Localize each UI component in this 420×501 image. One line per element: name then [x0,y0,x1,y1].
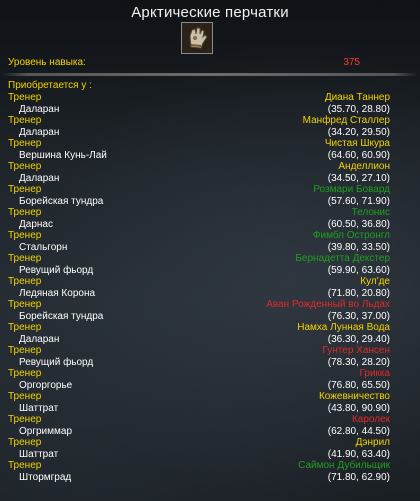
zone-name: Даларан [19,127,60,138]
list-item: Тренер Фимбл Остронгл Стальгорн (39.80, 33.… [0,230,420,253]
source-type: Тренер [8,322,42,333]
npc-name: Телонис [351,207,390,218]
source-type: Тренер [8,184,42,195]
zone-name: Даларан [19,104,60,115]
source-type: Тренер [8,138,42,149]
list-item: Тренер Розмари Бовард Борейская тундра (57.… [0,184,420,207]
skill-level-value: 375 [343,57,360,68]
list-item: Тренер Диана Таннер Даларан (35.70, 28.80) [0,92,420,115]
coordinates: (76.80, 65.50) [327,380,390,391]
coordinates: (35.70, 28.80) [327,104,390,115]
zone-name: Оргриммар [19,426,73,437]
npc-name: Кожевничество [318,391,390,402]
npc-name: Фимбл Остронгл [312,230,390,241]
list-item: Тренер Аван Рожденный во Льдах Борейская т… [0,299,420,322]
zone-name: Шаттрат [19,449,59,460]
zone-name: Шаттрат [19,403,59,414]
list-item: Тренер Телонис Дарнас (60.50, 36.80) [0,207,420,230]
source-type: Тренер [8,253,42,264]
list-item: Тренер Гунтер Хансен Ревущий фьорд (78.30, … [0,345,420,368]
coordinates: (39.80, 33.50) [327,242,390,253]
source-type: Тренер [8,299,42,310]
zone-name: Оргоргорье [19,380,73,391]
skill-level-label: Уровень навыка: [8,57,86,68]
source-type: Тренер [8,391,42,402]
npc-name: Аван Рожденный во Льдах [266,299,390,310]
list-item: Тренер Кожевничество Шаттрат (43.80, 90.90) [0,391,420,414]
list-item: Тренер Каролек Оргриммар (62.80, 44.50) [0,414,420,437]
coordinates: (71.80, 62.90) [327,472,390,483]
zone-name: Дарнас [19,219,53,230]
coordinates: (43.80, 90.90) [327,403,390,414]
coordinates: (76.30, 37.00) [327,311,390,322]
source-type: Тренер [8,368,42,379]
npc-name: Диана Таннер [324,92,390,103]
npc-name: Гунтер Хансен [322,345,390,356]
coordinates: (41.90, 63.40) [327,449,390,460]
zone-name: Даларан [19,173,60,184]
zone-name: Борейская тундра [19,196,104,207]
zone-name: Борейская тундра [19,311,104,322]
source-type: Тренер [8,207,42,218]
npc-name: Грикка [359,368,390,379]
zone-name: Ледяная Корона [19,288,96,299]
npc-name: Чистая Шкура [324,138,390,149]
list-item: Тренер Манфред Сталлер Даларан (34.20, 29.5… [0,115,420,138]
list-item: Тренер Дэнрил Шаттрат (41.90, 63.40) [0,437,420,460]
coordinates: (57.60, 71.90) [327,196,390,207]
zone-name: Стальгорн [19,242,68,253]
zone-name: Даларан [19,334,60,345]
zone-name: Вершина Кунь-Лай [19,150,107,161]
gloves-icon [181,22,213,54]
skill-level-row: Уровень навыка: 375 [8,57,360,68]
source-type: Тренер [8,115,42,126]
list-item: Тренер Чистая Шкура Вершина Кунь-Лай (64.60… [0,138,420,161]
coordinates: (64.60, 60.90) [327,150,390,161]
npc-name: Анделлион [338,161,390,172]
list-item: Тренер Саймон Дубильщик Штормград (71.80, 6… [0,460,420,483]
npc-name: Дэнрил [355,437,390,448]
acquired-from-label: Приобретается у : [8,80,92,91]
zone-name: Штормград [19,472,72,483]
source-type: Тренер [8,460,42,471]
coordinates: (60.50, 36.80) [327,219,390,230]
coordinates: (59.90, 63.60) [327,265,390,276]
tooltip-title: Арктические перчатки [131,4,289,21]
npc-name: Розмари Бовард [313,184,390,195]
npc-name: Бернадетта Декстер [295,253,390,264]
source-type: Тренер [8,345,42,356]
npc-name: Каролек [351,414,390,425]
npc-name: Саймон Дубильщик [298,460,390,471]
coordinates: (71.80, 20.80) [327,288,390,299]
zone-name: Ревущий фьорд [19,357,94,368]
source-type: Тренер [8,437,42,448]
list-item: Тренер Анделлион Даларан (34.50, 27.10) [0,161,420,184]
trainer-list: Тренер Диана Таннер Даларан (35.70, 28.80) Т… [0,92,420,483]
source-type: Тренер [8,276,42,287]
list-item: Тренер Бернадетта Декстер Ревущий фьорд (59… [0,253,420,276]
coordinates: (62.80, 44.50) [327,426,390,437]
coordinates: (34.50, 27.10) [327,173,390,184]
zone-name: Ревущий фьорд [19,265,94,276]
npc-name: Кул'де [360,276,390,287]
source-type: Тренер [8,414,42,425]
list-item: Тренер Грикка Оргоргорье (76.80, 65.50) [0,368,420,391]
source-type: Тренер [8,230,42,241]
list-item: Тренер Намха Лунная Вода Даларан (36.30, 29… [0,322,420,345]
coordinates: (36.30, 29.40) [327,334,390,345]
list-item: Тренер Кул'де Ледяная Корона (71.80, 20.80) [0,276,420,299]
npc-name: Манфред Сталлер [302,115,390,126]
npc-name: Намха Лунная Вода [297,322,390,333]
divider [2,73,418,76]
source-type: Тренер [8,161,42,172]
coordinates: (78.30, 28.20) [327,357,390,368]
coordinates: (34.20, 29.50) [327,127,390,138]
source-type: Тренер [8,92,42,103]
